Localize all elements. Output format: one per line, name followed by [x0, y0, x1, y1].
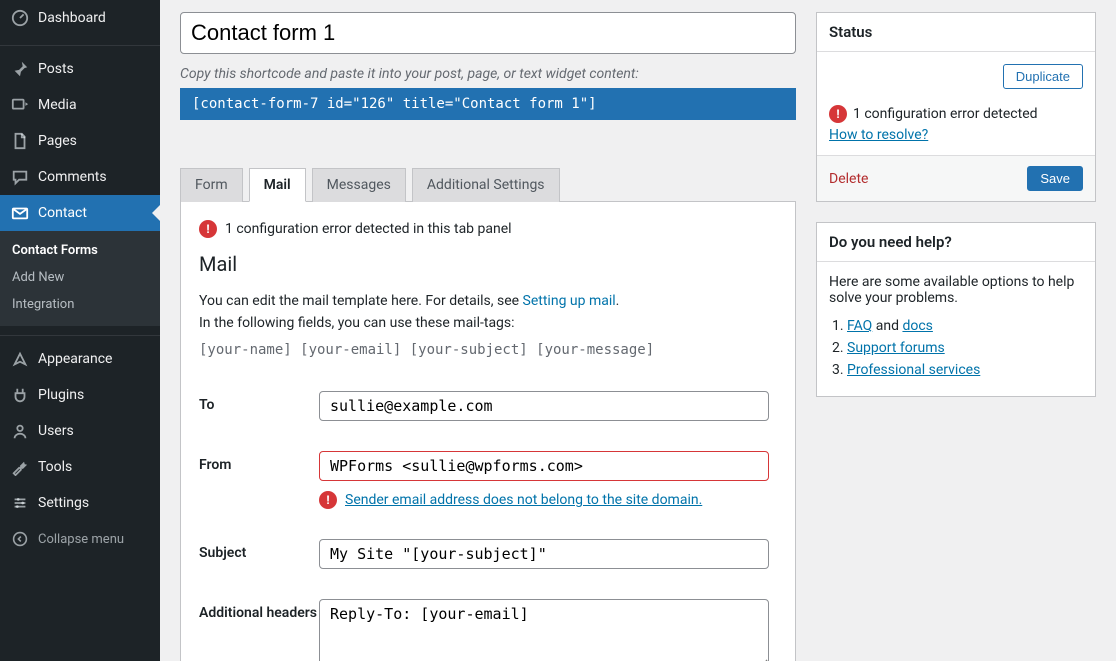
form-title-input[interactable]	[180, 12, 796, 54]
sidebar-item-contact[interactable]: Contact	[0, 195, 160, 231]
subject-input[interactable]	[319, 539, 769, 569]
sidebar-item-label: Settings	[38, 495, 89, 511]
admin-sidebar: Dashboard Posts Media Pages Comments Con…	[0, 0, 160, 661]
main-content: Copy this shortcode and paste it into yo…	[180, 12, 796, 641]
status-box: Status Duplicate ! 1 configuration error…	[816, 12, 1096, 202]
sidebar-submenu: Contact Forms Add New Integration	[0, 231, 160, 326]
error-icon: !	[319, 491, 337, 509]
status-error-text: 1 configuration error detected	[853, 106, 1038, 122]
collapse-menu[interactable]: Collapse menu	[0, 521, 160, 557]
sidebar-item-label: Comments	[38, 169, 107, 185]
collapse-label: Collapse menu	[38, 532, 124, 547]
tab-form[interactable]: Form	[180, 168, 243, 202]
media-icon	[10, 95, 30, 115]
from-input[interactable]	[319, 451, 769, 481]
mail-tags: [your-name] [your-email] [your-subject] …	[199, 339, 777, 361]
professional-services-link[interactable]: Professional services	[847, 362, 980, 378]
help-title: Do you need help?	[817, 223, 1095, 262]
duplicate-button[interactable]: Duplicate	[1003, 64, 1083, 89]
docs-link[interactable]: docs	[902, 318, 932, 334]
page-icon	[10, 131, 30, 151]
help-intro: Here are some available options to help …	[829, 274, 1083, 306]
comment-icon	[10, 167, 30, 187]
help-item-faq-docs: FAQ and docs	[847, 318, 1083, 334]
headers-input[interactable]: Reply-To: [your-email]	[319, 599, 769, 661]
sidebar-item-tools[interactable]: Tools	[0, 449, 160, 485]
faq-link[interactable]: FAQ	[847, 318, 872, 334]
tabs: Form Mail Messages Additional Settings	[180, 168, 796, 202]
help-list: FAQ and docs Support forums Professional…	[829, 318, 1083, 378]
submenu-integration[interactable]: Integration	[0, 291, 160, 318]
subject-label: Subject	[199, 539, 319, 561]
submenu-contact-forms[interactable]: Contact Forms	[0, 237, 160, 264]
sidebar-item-posts[interactable]: Posts	[0, 51, 160, 87]
user-icon	[10, 421, 30, 441]
tab-messages[interactable]: Messages	[312, 168, 406, 202]
help-item-forums: Support forums	[847, 340, 1083, 356]
sidebar-item-pages[interactable]: Pages	[0, 123, 160, 159]
sidebar-item-settings[interactable]: Settings	[0, 485, 160, 521]
from-label: From	[199, 451, 319, 473]
resolve-link[interactable]: How to resolve?	[817, 127, 1095, 155]
tab-mail[interactable]: Mail	[249, 168, 306, 202]
headers-label: Additional headers	[199, 599, 319, 621]
sidebar-item-label: Tools	[38, 459, 72, 475]
status-title: Status	[817, 13, 1095, 52]
panel-heading: Mail	[199, 252, 777, 276]
submenu-add-new[interactable]: Add New	[0, 264, 160, 291]
sidebar-item-label: Dashboard	[38, 10, 106, 26]
dashboard-icon	[10, 8, 30, 28]
settings-icon	[10, 493, 30, 513]
sidebar-item-dashboard[interactable]: Dashboard	[0, 0, 160, 36]
sidebar-item-label: Media	[38, 97, 77, 113]
help-item-pro: Professional services	[847, 362, 1083, 378]
tab-additional-settings[interactable]: Additional Settings	[412, 168, 560, 202]
delete-link[interactable]: Delete	[829, 171, 868, 187]
help-box: Do you need help? Here are some availabl…	[816, 222, 1096, 397]
to-label: To	[199, 391, 319, 413]
panel-desc: You can edit the mail template here. For…	[199, 290, 777, 361]
sidebar-item-label: Posts	[38, 61, 74, 77]
pin-icon	[10, 59, 30, 79]
sidebar-item-users[interactable]: Users	[0, 413, 160, 449]
sidebar-item-label: Contact	[38, 205, 87, 221]
mail-icon	[10, 203, 30, 223]
sidebar-item-label: Pages	[38, 133, 77, 149]
sidebar-item-media[interactable]: Media	[0, 87, 160, 123]
error-icon: !	[829, 105, 847, 123]
to-input[interactable]	[319, 391, 769, 421]
sidebar-item-plugins[interactable]: Plugins	[0, 377, 160, 413]
plugin-icon	[10, 385, 30, 405]
shortcode-box[interactable]: [contact-form-7 id="126" title="Contact …	[180, 88, 796, 120]
sidebar-item-comments[interactable]: Comments	[0, 159, 160, 195]
save-button[interactable]: Save	[1027, 166, 1083, 191]
support-forums-link[interactable]: Support forums	[847, 340, 945, 356]
error-icon: !	[199, 220, 217, 238]
tool-icon	[10, 457, 30, 477]
panel-config-error-text: 1 configuration error detected in this t…	[225, 221, 512, 237]
sidebar-item-label: Plugins	[38, 387, 84, 403]
side-column: Status Duplicate ! 1 configuration error…	[816, 12, 1096, 641]
mail-panel: ! 1 configuration error detected in this…	[180, 201, 796, 661]
panel-config-error: ! 1 configuration error detected in this…	[199, 220, 777, 238]
setting-up-mail-link[interactable]: Setting up mail	[523, 293, 616, 309]
sidebar-item-label: Users	[38, 423, 74, 439]
sidebar-item-label: Appearance	[38, 351, 112, 367]
sidebar-item-appearance[interactable]: Appearance	[0, 341, 160, 377]
from-error-link[interactable]: Sender email address does not belong to …	[345, 492, 702, 508]
collapse-icon	[10, 529, 30, 549]
appearance-icon	[10, 349, 30, 369]
shortcode-hint: Copy this shortcode and paste it into yo…	[180, 66, 796, 82]
